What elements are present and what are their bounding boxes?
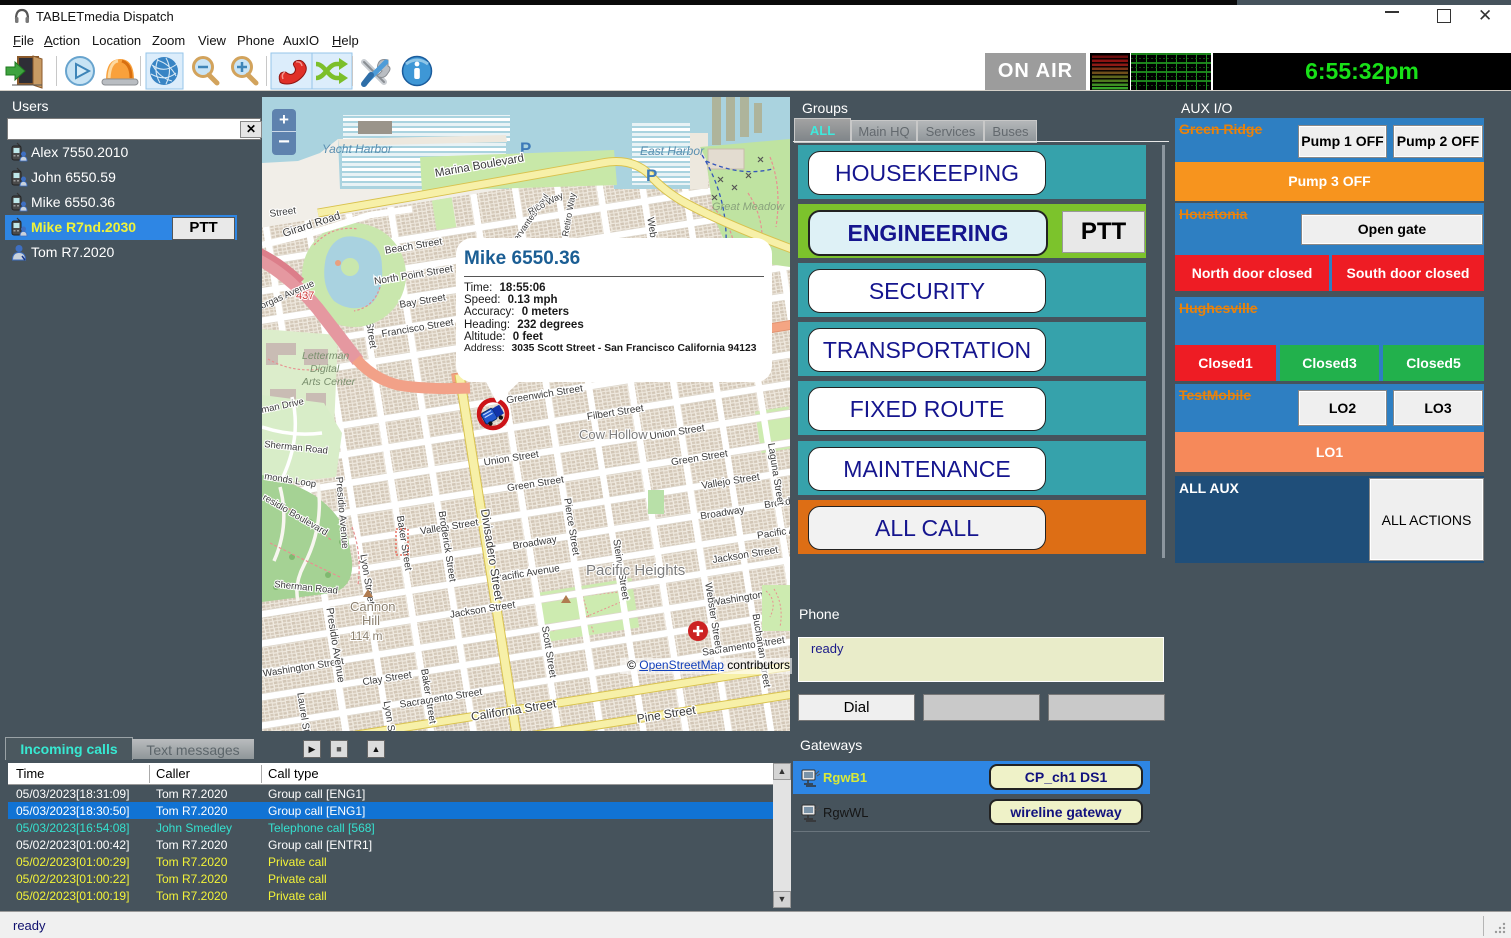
svg-text:Digital: Digital <box>310 363 340 375</box>
svg-text:East Harbor: East Harbor <box>640 144 705 158</box>
svg-text:114 m: 114 m <box>350 629 382 643</box>
svg-text:Yacht Harbor: Yacht Harbor <box>322 142 393 156</box>
svg-text:Great Meadow: Great Meadow <box>712 201 785 213</box>
svg-text:Letterman: Letterman <box>302 350 349 362</box>
svg-text:Arts Center: Arts Center <box>301 376 356 388</box>
svg-text:Pacific Heights: Pacific Heights <box>586 562 685 579</box>
svg-text:Hill: Hill <box>362 613 380 628</box>
svg-text:Cannon: Cannon <box>350 599 396 614</box>
svg-text:Cow Hollow: Cow Hollow <box>579 427 648 442</box>
svg-text:P: P <box>646 166 657 185</box>
